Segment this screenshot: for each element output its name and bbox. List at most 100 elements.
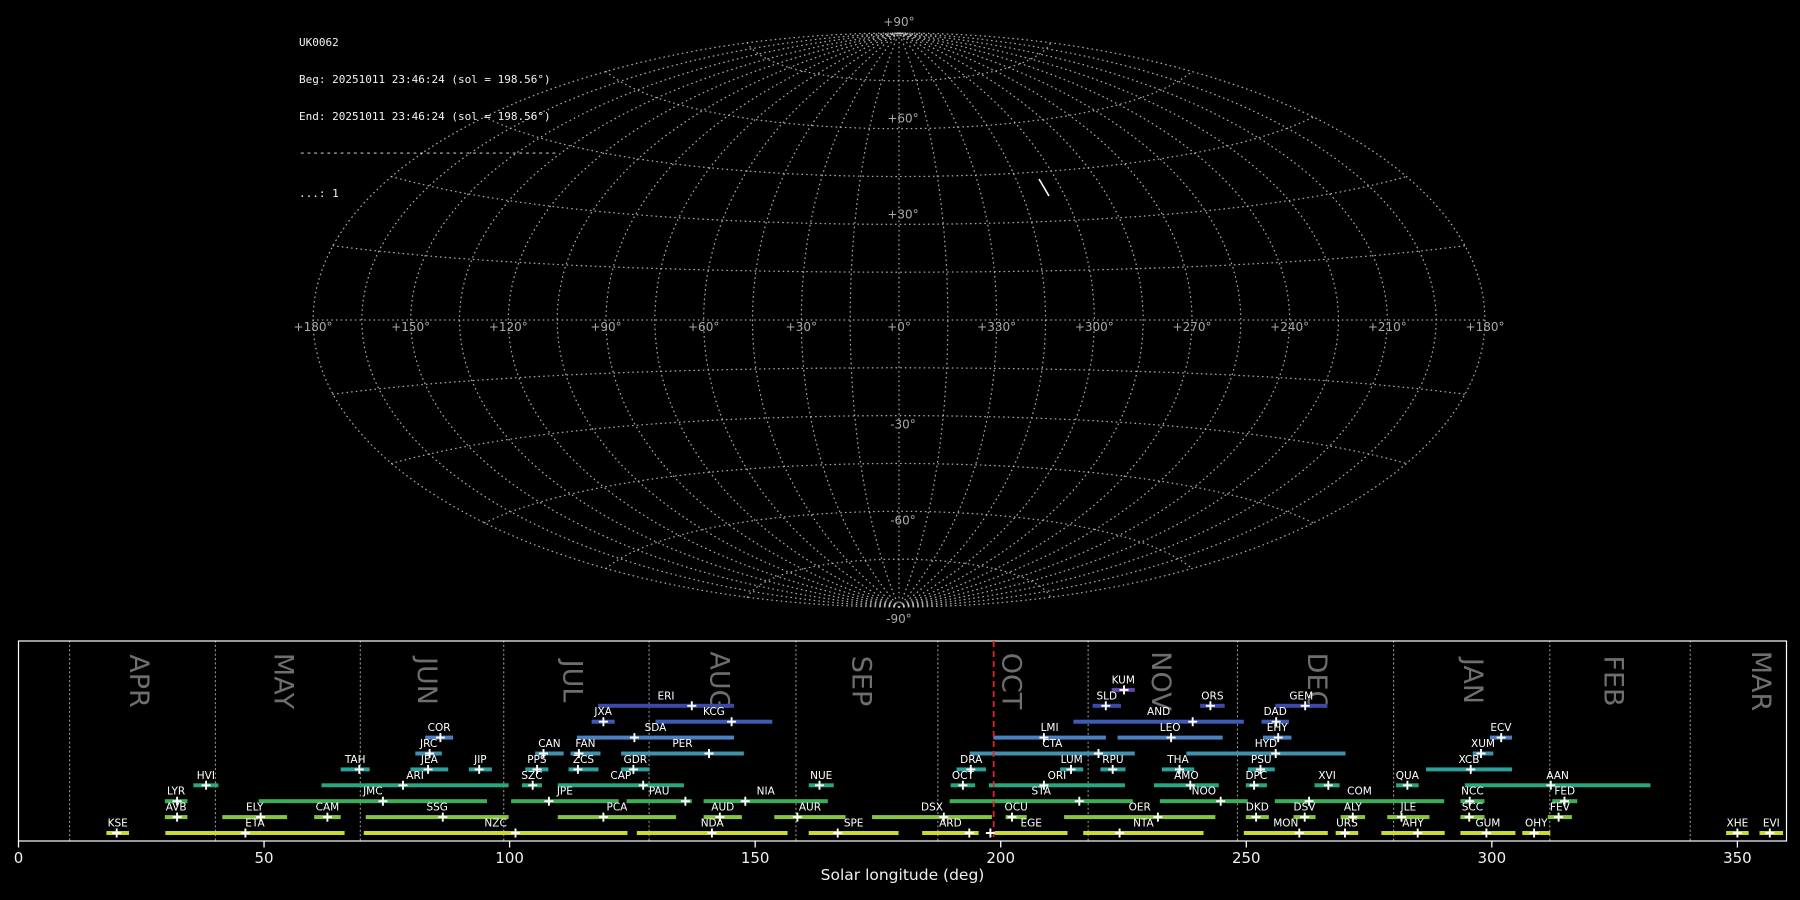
shower-peak-marker: [687, 701, 697, 711]
shower-peak-marker: [1466, 764, 1476, 774]
shower-label: KCG: [703, 706, 725, 718]
map-pole-label: +90°: [883, 15, 914, 29]
shower-label: JMC: [362, 786, 383, 798]
shower-label: FAN: [575, 738, 595, 750]
shower-label: PCA: [606, 802, 628, 814]
shower-peak-marker: [322, 812, 332, 822]
shower-label: NTA: [1133, 818, 1154, 830]
shower-bar: [994, 831, 1068, 835]
shower-label: OHY: [1525, 818, 1548, 830]
map-lon-label: +240°: [1270, 320, 1309, 334]
shower-label: SDA: [645, 722, 668, 734]
shower-peak-marker: [1554, 812, 1564, 822]
shower-peak-marker: [833, 828, 843, 838]
shower-bar: [1381, 831, 1445, 835]
shower-peak-marker: [629, 733, 639, 743]
separator-line: ---------------------------------------: [299, 146, 558, 160]
shower-peak-marker: [1074, 796, 1084, 806]
shower-peak-marker: [1216, 796, 1226, 806]
shower-peak-marker: [1271, 749, 1281, 758]
shower-label: DSX: [921, 802, 943, 814]
month-label: MAY: [268, 653, 299, 710]
shower-label: FEV: [1550, 802, 1571, 814]
shower-peak-marker: [964, 828, 974, 838]
axis-tick-label: 300: [1478, 849, 1507, 867]
axis-tick-label: 50: [255, 849, 274, 867]
shower-label: ZCS: [573, 754, 595, 766]
shower-peak-marker: [1529, 828, 1539, 838]
shower-bar: [511, 799, 619, 804]
shower-peak-marker: [1119, 685, 1129, 695]
axis-title: Solar longitude (deg): [821, 866, 985, 884]
shower-label: ALY: [1344, 802, 1363, 814]
shower-peak-marker: [528, 780, 538, 790]
map-lon-label: +330°: [977, 320, 1016, 334]
shower-peak-marker: [1166, 733, 1176, 743]
shower-label: ARD: [939, 818, 962, 830]
map-lon-label: +30°: [786, 320, 817, 334]
station-id: UK0062: [299, 36, 339, 50]
month-label: SEP: [845, 656, 876, 706]
shower-label: DAD: [1264, 706, 1287, 718]
shower-peak-marker: [398, 780, 408, 790]
month-label: MAR: [1745, 651, 1776, 712]
shower-peak-marker: [1323, 780, 1333, 790]
plot-header: UK0062 Beg: 20251011 23:46:24 (sol = 198…: [299, 13, 557, 224]
shower-label: JXA: [593, 706, 612, 718]
plot-canvas: +180° +150° +120° +90° +60° +30° +0° +330° +300°…: [14, 15, 1788, 884]
shower-peak-marker: [1294, 828, 1304, 838]
shower-label: EHY: [1267, 722, 1289, 734]
shower-label: PER: [672, 738, 692, 750]
map-lon-label: +270°: [1173, 320, 1212, 334]
shower-peak-marker: [727, 717, 737, 727]
shower-label: AVB: [166, 802, 187, 814]
shower-label: NUE: [810, 770, 832, 782]
map-lon-label: +90°: [590, 320, 621, 334]
shower-label: HVI: [197, 770, 215, 782]
map-lon-label: +0°: [887, 320, 911, 334]
map-lat-label: +60°: [887, 112, 918, 126]
month-label: AUG: [703, 651, 734, 710]
shower-bar: [1159, 799, 1248, 804]
shower-label: DRA: [960, 754, 983, 766]
shower-peak-marker: [680, 796, 690, 806]
shower-label: EVI: [1763, 818, 1780, 830]
axis-tick-label: 100: [495, 849, 524, 867]
shower-label: AMO: [1174, 770, 1199, 782]
shower-label: OER: [1129, 802, 1151, 814]
shower-bar: [258, 799, 488, 804]
shower-label: ERI: [658, 690, 675, 702]
shower-label: CAP: [610, 770, 631, 782]
shower-label: DPC: [1245, 770, 1267, 782]
shower-label: NIA: [757, 786, 776, 798]
shower-label: LMI: [1041, 722, 1059, 734]
end-time: End: 20251011 23:46:24 (sol = 198.56°): [299, 109, 551, 123]
map-lon-label: +120°: [489, 320, 528, 334]
shower-peak-marker: [1496, 733, 1506, 743]
shower-label: NZC: [484, 818, 506, 830]
shower-peak-marker: [1765, 828, 1775, 838]
shower-label: COM: [1347, 786, 1372, 798]
shower-label: LYR: [167, 786, 185, 798]
shower-peak-marker: [354, 764, 364, 774]
map-lon-label: +150°: [391, 320, 430, 334]
shower-peak-marker: [704, 749, 714, 758]
shower-label: NCC: [1461, 786, 1484, 798]
shower-label: JPE: [556, 786, 573, 798]
month-label: JAN: [1457, 656, 1488, 704]
shower-label: RPU: [1102, 754, 1123, 766]
shower-bar: [808, 831, 899, 835]
shower-bar: [872, 815, 992, 820]
map-lon-label: +210°: [1368, 320, 1407, 334]
axis-tick-label: 0: [14, 849, 24, 867]
shower-label: SZC: [521, 770, 542, 782]
shower-label: PAU: [649, 786, 670, 798]
shower-label: SPE: [844, 818, 864, 830]
shower-label: AUR: [799, 802, 821, 814]
shower-label: STA: [1032, 786, 1052, 798]
month-label: NOV: [1145, 651, 1176, 711]
shower-peak-marker: [201, 780, 211, 790]
shower-peak-marker: [1402, 780, 1412, 790]
shower-label: MON: [1273, 818, 1298, 830]
shower-peak-marker: [511, 828, 520, 838]
